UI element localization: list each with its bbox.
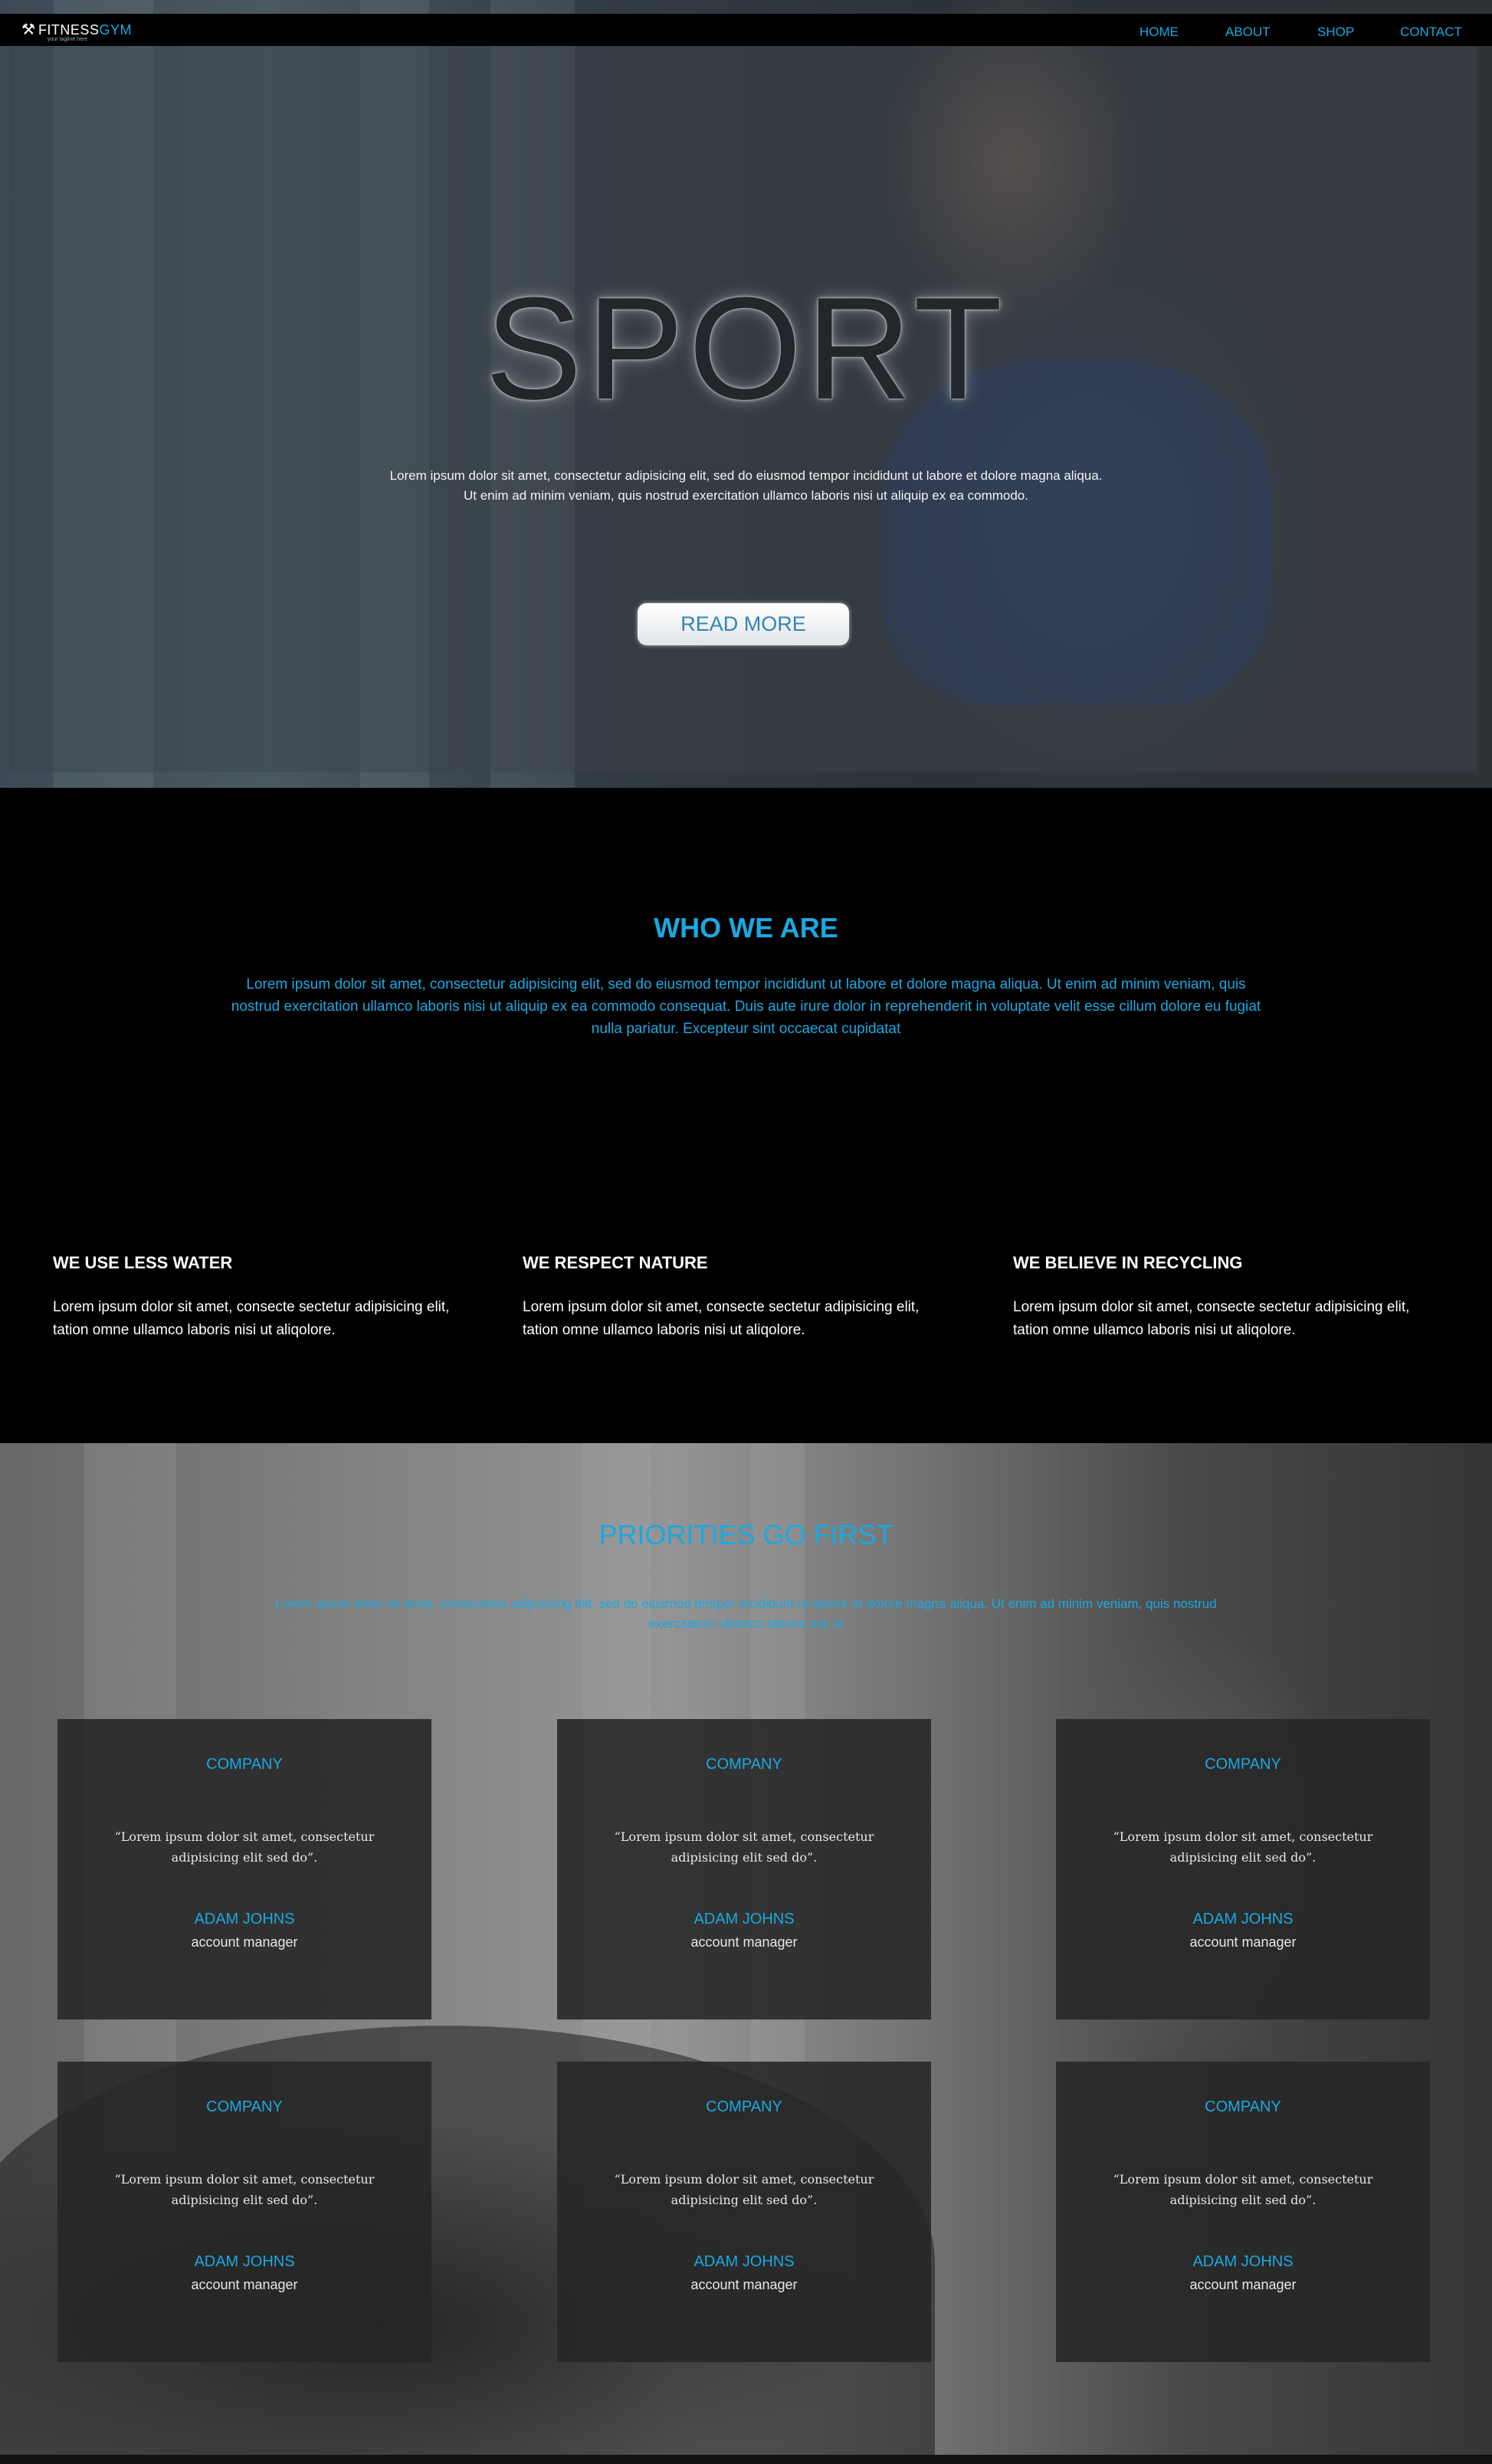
feature-less-water: WE USE LESS WATER Lorem ipsum dolor sit … xyxy=(53,1253,482,1342)
feature-title: WE BELIEVE IN RECYCLING xyxy=(1013,1253,1243,1272)
feature-text: Lorem ipsum dolor sit amet, consecte sec… xyxy=(53,1299,450,1338)
testimonial-name: ADAM JOHNS xyxy=(1192,1911,1294,1928)
testimonial-quote: “Lorem ipsum dolor sit amet, consectetur… xyxy=(114,1829,375,1865)
testimonial-name: ADAM JOHNS xyxy=(194,1911,295,1928)
testimonial-role: account manager xyxy=(690,1934,798,1950)
hero-title: SPORT xyxy=(484,267,1008,430)
testimonial-name: ADAM JOHNS xyxy=(694,2253,795,2270)
priorities-text: Lorem ipsum dolor sit amet, consectetur … xyxy=(275,1596,1217,1631)
testimonial-role: account manager xyxy=(690,2277,798,2292)
testimonial-company: COMPANY xyxy=(706,2098,782,2115)
testimonial-card: COMPANY “Lorem ipsum dolor sit amet, con… xyxy=(557,2062,931,2362)
testimonial-card: COMPANY “Lorem ipsum dolor sit amet, con… xyxy=(57,1719,431,2019)
testimonial-card: COMPANY “Lorem ipsum dolor sit amet, con… xyxy=(57,2062,431,2362)
testimonial-card: COMPANY “Lorem ipsum dolor sit amet, con… xyxy=(557,1719,931,2019)
testimonial-role: account manager xyxy=(1189,1934,1297,1950)
feature-text: Lorem ipsum dolor sit amet, consecte sec… xyxy=(1013,1299,1410,1338)
nav-shop[interactable]: SHOP xyxy=(1317,25,1354,40)
brand-tagline: your tagline here xyxy=(48,37,88,42)
testimonial-name: ADAM JOHNS xyxy=(1192,2253,1294,2270)
testimonial-company: COMPANY xyxy=(1205,1756,1281,1773)
nav-about[interactable]: ABOUT xyxy=(1225,25,1271,40)
feature-text: Lorem ipsum dolor sit amet, consecte sec… xyxy=(523,1299,920,1338)
who-we-are-text: Lorem ipsum dolor sit amet, consectetur … xyxy=(231,976,1261,1037)
testimonial-quote: “Lorem ipsum dolor sit amet, consectetur… xyxy=(614,1829,874,1865)
testimonial-role: account manager xyxy=(1189,2277,1297,2292)
testimonial-role: account manager xyxy=(191,2277,298,2292)
who-we-are-title: WHO WE ARE xyxy=(654,912,838,943)
testimonial-quote: “Lorem ipsum dolor sit amet, consectetur… xyxy=(1113,2172,1373,2207)
nav-home[interactable]: HOME xyxy=(1139,25,1179,40)
feature-respect-nature: WE RESPECT NATURE Lorem ipsum dolor sit … xyxy=(523,1253,952,1342)
priorities-title: PRIORITIES GO FIRST xyxy=(598,1519,894,1550)
brand-logo[interactable]: ⚒ FITNESSGYM your tagline here xyxy=(21,21,132,43)
testimonial-role: account manager xyxy=(191,1934,298,1950)
dumbbell-icon: ⚒ xyxy=(21,21,35,38)
testimonial-company: COMPANY xyxy=(706,1756,782,1773)
testimonial-quote: “Lorem ipsum dolor sit amet, consectetur… xyxy=(1113,1829,1373,1865)
testimonial-card: COMPANY “Lorem ipsum dolor sit amet, con… xyxy=(1056,1719,1430,2019)
testimonial-quote: “Lorem ipsum dolor sit amet, consectetur… xyxy=(114,2172,375,2207)
testimonial-name: ADAM JOHNS xyxy=(694,1911,795,1928)
testimonial-quote: “Lorem ipsum dolor sit amet, consectetur… xyxy=(614,2172,874,2207)
feature-title: WE RESPECT NATURE xyxy=(523,1253,708,1272)
hero-description: Lorem ipsum dolor sit amet, consectetur … xyxy=(389,468,1103,503)
brand-name: FITNESSGYM xyxy=(38,22,132,38)
nav-contact[interactable]: CONTACT xyxy=(1400,25,1462,40)
feature-title: WE USE LESS WATER xyxy=(53,1253,233,1272)
testimonial-card: COMPANY “Lorem ipsum dolor sit amet, con… xyxy=(1056,2062,1430,2362)
read-more-button[interactable]: READ MORE xyxy=(638,603,849,645)
testimonial-company: COMPANY xyxy=(206,1756,283,1773)
testimonial-company: COMPANY xyxy=(206,2098,283,2115)
testimonial-name: ADAM JOHNS xyxy=(194,2253,295,2270)
page-footer-bar xyxy=(0,2455,1492,2464)
feature-recycling: WE BELIEVE IN RECYCLING Lorem ipsum dolo… xyxy=(1013,1253,1442,1342)
testimonial-company: COMPANY xyxy=(1205,2098,1281,2115)
